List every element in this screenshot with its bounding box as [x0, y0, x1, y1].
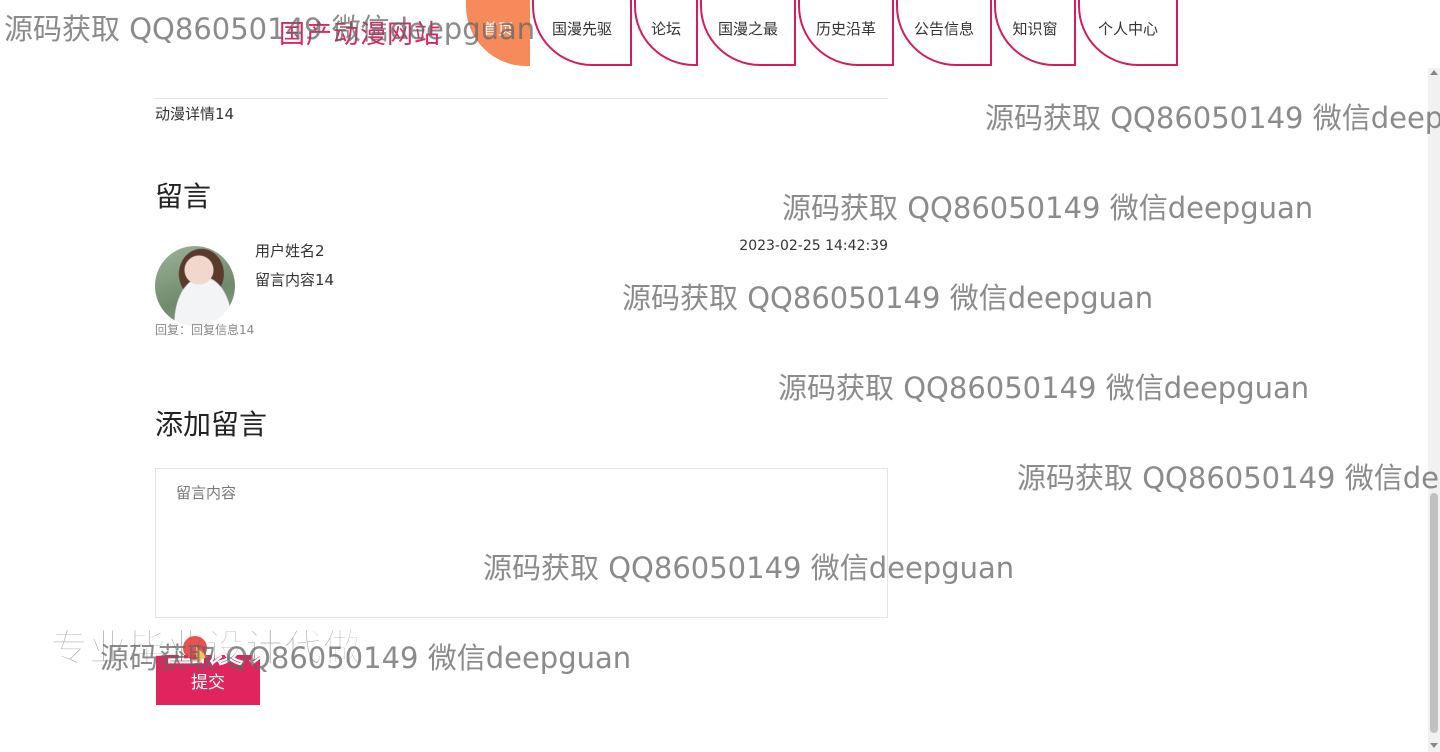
nav-tab-pioneers[interactable]: 国漫先驱 — [532, 0, 632, 66]
page-scrollbar[interactable] — [1428, 68, 1440, 752]
watermark-text: 源码获取 QQ86050149 微信deepguan — [1017, 461, 1440, 495]
watermark-text: 源码获取 QQ86050149 微信deepguan — [782, 191, 1314, 225]
scroll-down-arrow-icon[interactable] — [1430, 743, 1438, 748]
scrollbar-thumb[interactable] — [1430, 493, 1438, 733]
comment-timestamp: 2023-02-25 14:42:39 — [739, 238, 888, 254]
user-avatar — [155, 246, 235, 326]
watermark-text: 源码获取 QQ86050149 微信deepguan — [778, 371, 1310, 405]
site-title[interactable]: 国产动漫网站 — [279, 14, 441, 51]
scroll-up-arrow-icon[interactable] — [1430, 70, 1438, 75]
nav-tab-home[interactable]: 首页 — [466, 0, 530, 66]
watermark-text: 源码获取 QQ86050149 微信deepguan — [985, 101, 1440, 135]
nav-tab-profile[interactable]: 个人中心 — [1078, 0, 1178, 66]
nav-tab-best[interactable]: 国漫之最 — [700, 0, 796, 66]
add-comment-heading: 添加留言 — [155, 408, 268, 441]
nav-tab-announcements[interactable]: 公告信息 — [896, 0, 992, 66]
comment-item: 用户姓名2 2023-02-25 14:42:39 留言内容14 回复：回复信息… — [155, 238, 888, 338]
comment-reply: 回复：回复信息14 — [155, 323, 255, 337]
comments-heading: 留言 — [155, 180, 212, 213]
nav-tab-knowledge[interactable]: 知识窗 — [994, 0, 1076, 66]
anime-detail-text: 动漫详情14 — [155, 105, 235, 123]
nav-tab-history[interactable]: 历史沿革 — [798, 0, 894, 66]
submit-button[interactable]: 提交 — [156, 655, 260, 705]
top-nav: 国产动漫网站 首页 国漫先驱 论坛 国漫之最 历史沿革 公告信息 知识窗 个人中… — [0, 0, 1440, 68]
nav-tab-forum[interactable]: 论坛 — [634, 0, 698, 66]
comment-input[interactable] — [155, 468, 888, 618]
content-divider — [154, 98, 888, 99]
comment-content: 留言内容14 — [255, 271, 335, 289]
comment-username: 用户姓名2 — [255, 242, 325, 260]
